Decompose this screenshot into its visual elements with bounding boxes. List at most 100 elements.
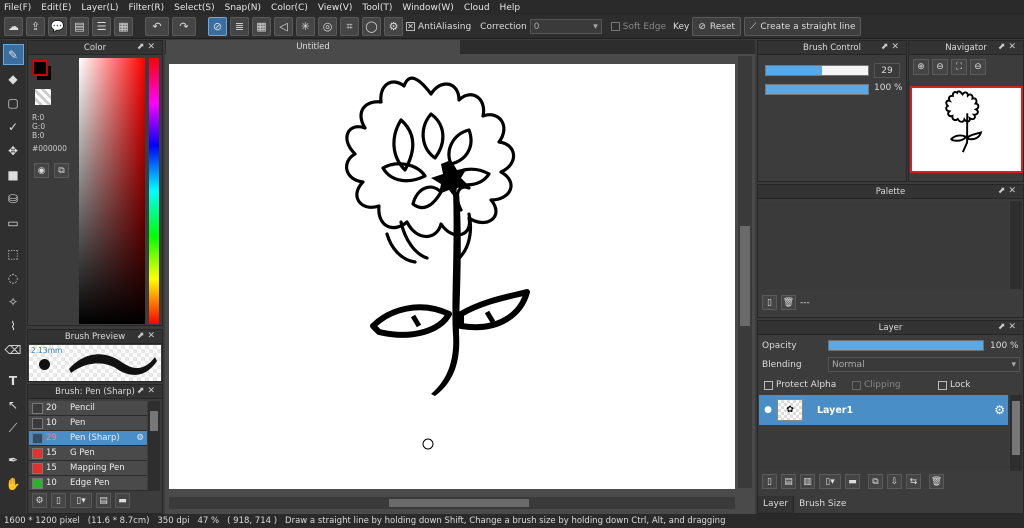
layer-opacity-slider[interactable] <box>828 340 984 351</box>
redo-button[interactable]: ↷ <box>172 17 196 36</box>
comment-icon[interactable]: 💬 <box>48 17 67 36</box>
delete-layer-icon[interactable]: 🗑 <box>929 474 944 489</box>
snap-off-icon[interactable]: ⊘ <box>208 17 227 36</box>
text-tool-icon[interactable]: T <box>3 370 24 391</box>
panel-controls-icon[interactable]: ⬈✕ <box>137 386 158 396</box>
grid-icon[interactable]: ▦ <box>114 17 133 36</box>
hand-tool-icon[interactable]: ✋ <box>3 473 24 494</box>
copy-brush-icon[interactable]: ▤ <box>96 493 111 508</box>
eye-icon[interactable]: ● <box>759 405 777 415</box>
snap-perspective-icon[interactable]: ◁ <box>274 17 293 36</box>
transparent-color-icon[interactable] <box>35 89 51 105</box>
transfer-layer-icon[interactable]: ⇆ <box>906 474 921 489</box>
brush-tool-icon[interactable]: ✎ <box>2 44 24 65</box>
snap-radial-icon[interactable]: ✳ <box>296 17 315 36</box>
panel-controls-icon[interactable]: ⬈✕ <box>881 42 902 52</box>
add-brush-dropdown-icon[interactable]: ▯▾ <box>70 493 92 508</box>
undo-button[interactable]: ↶ <box>145 17 169 36</box>
new-halftone-layer-icon[interactable]: ▤ <box>781 474 796 489</box>
menu-item-tool-t[interactable]: Tool(T) <box>362 3 392 13</box>
color-palette-icon[interactable]: ⧉ <box>54 163 69 178</box>
snap-grid-icon[interactable]: ▦ <box>252 17 271 36</box>
fit-window-icon[interactable]: ⛶ <box>951 59 967 75</box>
brush-opacity-slider[interactable] <box>765 84 869 95</box>
operation-tool-icon[interactable]: ↖ <box>3 394 24 415</box>
menu-item-view-v[interactable]: View(V) <box>318 3 353 13</box>
tab-brush-size[interactable]: Brush Size <box>794 496 852 513</box>
panel-controls-icon[interactable]: ⬈✕ <box>137 42 158 52</box>
duplicate-layer-icon[interactable]: ⧉ <box>868 474 883 489</box>
brush-size-slider[interactable] <box>765 65 869 76</box>
hue-slider[interactable] <box>149 58 159 324</box>
brush-list-scrollbar[interactable] <box>148 401 160 491</box>
canvas-tab[interactable]: Untitled <box>166 40 460 54</box>
menu-item-snap-n[interactable]: Snap(N) <box>225 3 261 13</box>
brush-item-mapping-pen[interactable]: 15 Mapping Pen <box>29 461 147 476</box>
zoom-out-icon[interactable]: ⊖ <box>932 59 948 75</box>
brush-item-edge-pen[interactable]: 10 Edge Pen <box>29 476 147 491</box>
panel-controls-icon[interactable]: ⬈✕ <box>137 331 158 341</box>
divide-tool-icon[interactable]: ⟋ <box>3 418 24 439</box>
correction-select[interactable]: 0 ▾ <box>529 19 602 34</box>
brush-settings-icon[interactable]: ⚙ <box>32 493 47 508</box>
menu-item-select-s[interactable]: Select(S) <box>174 3 215 13</box>
panel-controls-icon[interactable]: ⬈✕ <box>998 322 1019 332</box>
layer-list-scrollbar[interactable] <box>1010 395 1022 471</box>
menu-item-filter-r[interactable]: Filter(R) <box>129 3 165 13</box>
color-wheel-icon[interactable]: ◉ <box>34 163 49 178</box>
export-icon[interactable]: ⇪ <box>26 17 45 36</box>
navigator-preview[interactable] <box>910 86 1023 173</box>
trash-icon[interactable]: 🗑 <box>781 295 796 310</box>
brush-item-pen-sharp[interactable]: 29 Pen (Sharp) ⚙ <box>29 431 147 446</box>
new-swatch-icon[interactable]: ▯ <box>762 295 777 310</box>
list-icon[interactable]: ☰ <box>92 17 111 36</box>
menu-item-color-c[interactable]: Color(C) <box>271 3 308 13</box>
brush-item-g-pen[interactable]: 15 G Pen <box>29 446 147 461</box>
select-eraser-tool-icon[interactable]: ⌫ <box>3 339 24 360</box>
snap-concentric-icon[interactable]: ◎ <box>318 17 337 36</box>
merge-down-icon[interactable]: ⇩ <box>887 474 902 489</box>
cloud-icon[interactable]: ☁ <box>4 17 23 36</box>
new-folder-icon[interactable]: ▬ <box>845 474 860 489</box>
menu-item-edit-e[interactable]: Edit(E) <box>41 3 71 13</box>
snap-parallel-icon[interactable]: ≣ <box>230 17 249 36</box>
snap-curve-icon[interactable]: ⌗ <box>340 17 359 36</box>
menu-item-layer-l[interactable]: Layer(L) <box>81 3 118 13</box>
add-layer-dropdown-icon[interactable]: ▯▾ <box>819 474 841 489</box>
rect-select-tool-icon[interactable]: ▢ <box>3 92 24 113</box>
zoom-reset-icon[interactable]: ⊖ <box>970 59 986 75</box>
eyedropper-tool-icon[interactable]: ✒ <box>3 449 24 470</box>
panel-controls-icon[interactable]: ⬈✕ <box>998 42 1019 52</box>
antialiasing-checkbox[interactable]: ✕ AntiAliasing <box>406 22 471 32</box>
drawing-canvas[interactable] <box>169 64 735 489</box>
layers-icon[interactable]: ▤ <box>70 17 89 36</box>
brush-size-value[interactable]: 29 <box>874 63 900 78</box>
folder-icon[interactable]: ▬ <box>115 493 130 508</box>
panel-controls-icon[interactable]: ⬈✕ <box>998 186 1019 196</box>
gear-icon[interactable]: ⚙ <box>136 433 144 443</box>
bucket-tool-icon[interactable]: ⛁ <box>3 188 24 209</box>
lasso-tool-icon[interactable]: ◌ <box>3 267 24 288</box>
blending-select[interactable]: Normal ▾ <box>828 357 1020 372</box>
tab-layer[interactable]: Layer <box>758 496 795 513</box>
straight-line-button[interactable]: ⟋ Create a straight line <box>744 17 862 36</box>
zoom-in-icon[interactable]: ⊕ <box>913 59 929 75</box>
snap-settings-icon[interactable]: ⚙ <box>384 17 403 36</box>
selection-pen-tool-icon[interactable]: ✓ <box>3 116 24 137</box>
new-1bit-layer-icon[interactable]: ▥ <box>800 474 815 489</box>
palette-swatches[interactable] <box>759 201 1009 289</box>
select-tool-icon[interactable]: ⬚ <box>3 243 24 264</box>
menu-item-window-w[interactable]: Window(W) <box>402 3 453 13</box>
reset-button[interactable]: ⊘ Reset <box>692 17 742 36</box>
gear-icon[interactable]: ⚙ <box>994 403 1005 417</box>
protect-alpha-checkbox[interactable]: Protect Alpha <box>764 380 836 390</box>
eraser-tool-icon[interactable]: ◆ <box>3 68 24 89</box>
menu-item-file-f[interactable]: File(F) <box>4 3 31 13</box>
brush-item-pencil[interactable]: 20 Pencil <box>29 401 147 416</box>
canvas-vertical-scrollbar[interactable] <box>738 56 752 488</box>
saturation-value-picker[interactable] <box>79 58 145 324</box>
select-pen-tool-icon[interactable]: ⌇ <box>3 315 24 336</box>
magic-wand-tool-icon[interactable]: ✧ <box>3 291 24 312</box>
lock-checkbox[interactable]: Lock <box>938 380 971 390</box>
fill-shape-tool-icon[interactable]: ■ <box>3 164 24 185</box>
